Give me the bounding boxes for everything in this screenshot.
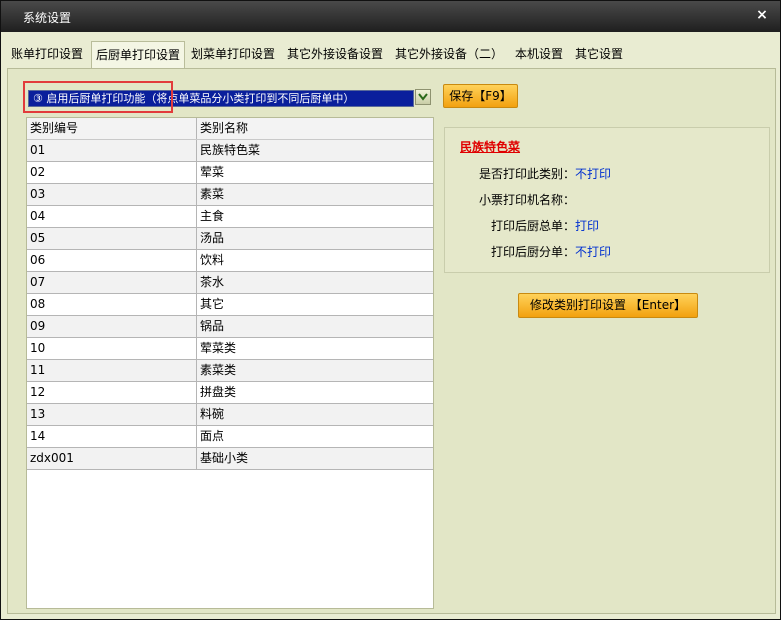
category-code-cell: 12 <box>30 385 46 399</box>
category-name-cell: 料碗 <box>200 407 225 421</box>
print-mode-select-value: ③ 启用后厨单打印功能（将点单菜品分小类打印到不同后厨单中） <box>33 92 355 105</box>
kitchen-sub-row: 打印后厨分单：不打印 <box>491 243 611 260</box>
header-category-code[interactable]: 类别编号 <box>27 118 78 139</box>
category-name-cell: 基础小类 <box>200 451 249 465</box>
window-title: 系统设置 <box>23 11 72 25</box>
column-divider <box>196 118 197 139</box>
tab-kitchen-print[interactable]: 后厨单打印设置 <box>91 41 186 68</box>
detail-title: 民族特色菜 <box>460 140 521 154</box>
category-code-cell: 02 <box>30 165 46 179</box>
table-row[interactable]: 04 主食 <box>27 206 433 228</box>
close-icon[interactable]: × <box>754 6 770 24</box>
table-row[interactable]: 08 其它 <box>27 294 433 316</box>
tab-external-devices[interactable]: 其它外接设备设置 <box>283 43 387 66</box>
table-body: 01 民族特色菜 02 荤菜 03 素菜 04 主食 05 汤品 06 饮料 07 茶水 08 其它 09 锅品 1… <box>27 140 433 470</box>
table-row[interactable]: 06 饮料 <box>27 250 433 272</box>
print-mode-select[interactable]: ③ 启用后厨单打印功能（将点单菜品分小类打印到不同后厨单中） <box>28 90 414 107</box>
category-code-cell: 06 <box>30 253 46 267</box>
category-code-cell: 03 <box>30 187 46 201</box>
kitchen-sub-value: 不打印 <box>575 245 612 259</box>
kitchen-total-label: 打印后厨总单： <box>491 219 576 233</box>
table-row[interactable]: 07 茶水 <box>27 272 433 294</box>
tab-local-settings[interactable]: 本机设置 <box>511 43 567 66</box>
print-category-row: 是否打印此类别：不打印 <box>479 165 611 182</box>
category-name-cell: 饮料 <box>200 253 225 267</box>
table-row[interactable]: 11 素菜类 <box>27 360 433 382</box>
print-category-label: 是否打印此类别： <box>479 167 576 181</box>
table-row[interactable]: 14 面点 <box>27 426 433 448</box>
table-row[interactable]: 09 锅品 <box>27 316 433 338</box>
category-name-cell: 主食 <box>200 209 225 223</box>
system-settings-window: 系统设置 × 账单打印设置 后厨单打印设置 划菜单打印设置 其它外接设备设置 其… <box>0 0 781 620</box>
printer-name-row: 小票打印机名称： <box>479 191 575 208</box>
tab-bill-print[interactable]: 账单打印设置 <box>7 43 87 66</box>
category-code-cell: 09 <box>30 319 46 333</box>
category-code-cell: 11 <box>30 363 46 377</box>
category-code-cell: 14 <box>30 429 46 443</box>
category-name-cell: 荤菜 <box>200 165 225 179</box>
category-name-cell: 荤菜类 <box>200 341 237 355</box>
tab-other-settings[interactable]: 其它设置 <box>571 43 627 66</box>
category-code-cell: 05 <box>30 231 46 245</box>
category-name-cell: 民族特色菜 <box>200 143 261 157</box>
category-code-cell: 08 <box>30 297 46 311</box>
category-name-cell: 素菜 <box>200 187 225 201</box>
title-bar[interactable]: 系统设置 × <box>1 1 780 32</box>
kitchen-print-panel: ③ 启用后厨单打印功能（将点单菜品分小类打印到不同后厨单中） 保存【F9】 类别… <box>7 68 776 614</box>
category-name-cell: 茶水 <box>200 275 225 289</box>
table-row[interactable]: 13 料碗 <box>27 404 433 426</box>
print-category-value: 不打印 <box>575 167 612 181</box>
table-row[interactable]: 02 荤菜 <box>27 162 433 184</box>
category-name-cell: 其它 <box>200 297 225 311</box>
header-category-name[interactable]: 类别名称 <box>197 118 248 139</box>
chevron-down-icon[interactable] <box>415 89 431 105</box>
table-row[interactable]: 10 荤菜类 <box>27 338 433 360</box>
category-code-cell: 07 <box>30 275 46 289</box>
save-button[interactable]: 保存【F9】 <box>443 84 518 108</box>
category-table: 类别编号 类别名称 01 民族特色菜 02 荤菜 03 素菜 04 主食 05 汤品 06 饮料 07 茶… <box>26 117 434 609</box>
category-name-cell: 锅品 <box>200 319 225 333</box>
category-code-cell: 10 <box>30 341 46 355</box>
category-name-cell: 拼盘类 <box>200 385 237 399</box>
printer-name-label: 小票打印机名称： <box>479 193 576 207</box>
tab-external-devices-2[interactable]: 其它外接设备（二） <box>391 43 507 66</box>
table-row[interactable]: 12 拼盘类 <box>27 382 433 404</box>
kitchen-sub-label: 打印后厨分单： <box>491 245 576 259</box>
table-row[interactable]: 03 素菜 <box>27 184 433 206</box>
category-detail-box: 民族特色菜 是否打印此类别：不打印 小票打印机名称： 打印后厨总单：打印 打印后… <box>444 127 770 273</box>
category-code-cell: 01 <box>30 143 46 157</box>
category-name-cell: 汤品 <box>200 231 225 245</box>
table-row[interactable]: zdx001 基础小类 <box>27 448 433 470</box>
table-header: 类别编号 类别名称 <box>27 118 433 140</box>
tab-dish-mark-print[interactable]: 划菜单打印设置 <box>187 43 279 66</box>
category-name-cell: 素菜类 <box>200 363 237 377</box>
table-row[interactable]: 05 汤品 <box>27 228 433 250</box>
category-name-cell: 面点 <box>200 429 225 443</box>
category-code-cell: zdx001 <box>30 451 74 465</box>
modify-category-print-button[interactable]: 修改类别打印设置 【Enter】 <box>518 293 698 318</box>
kitchen-total-row: 打印后厨总单：打印 <box>491 217 599 234</box>
table-row[interactable]: 01 民族特色菜 <box>27 140 433 162</box>
category-code-cell: 04 <box>30 209 46 223</box>
category-code-cell: 13 <box>30 407 46 421</box>
kitchen-total-value: 打印 <box>575 219 600 233</box>
